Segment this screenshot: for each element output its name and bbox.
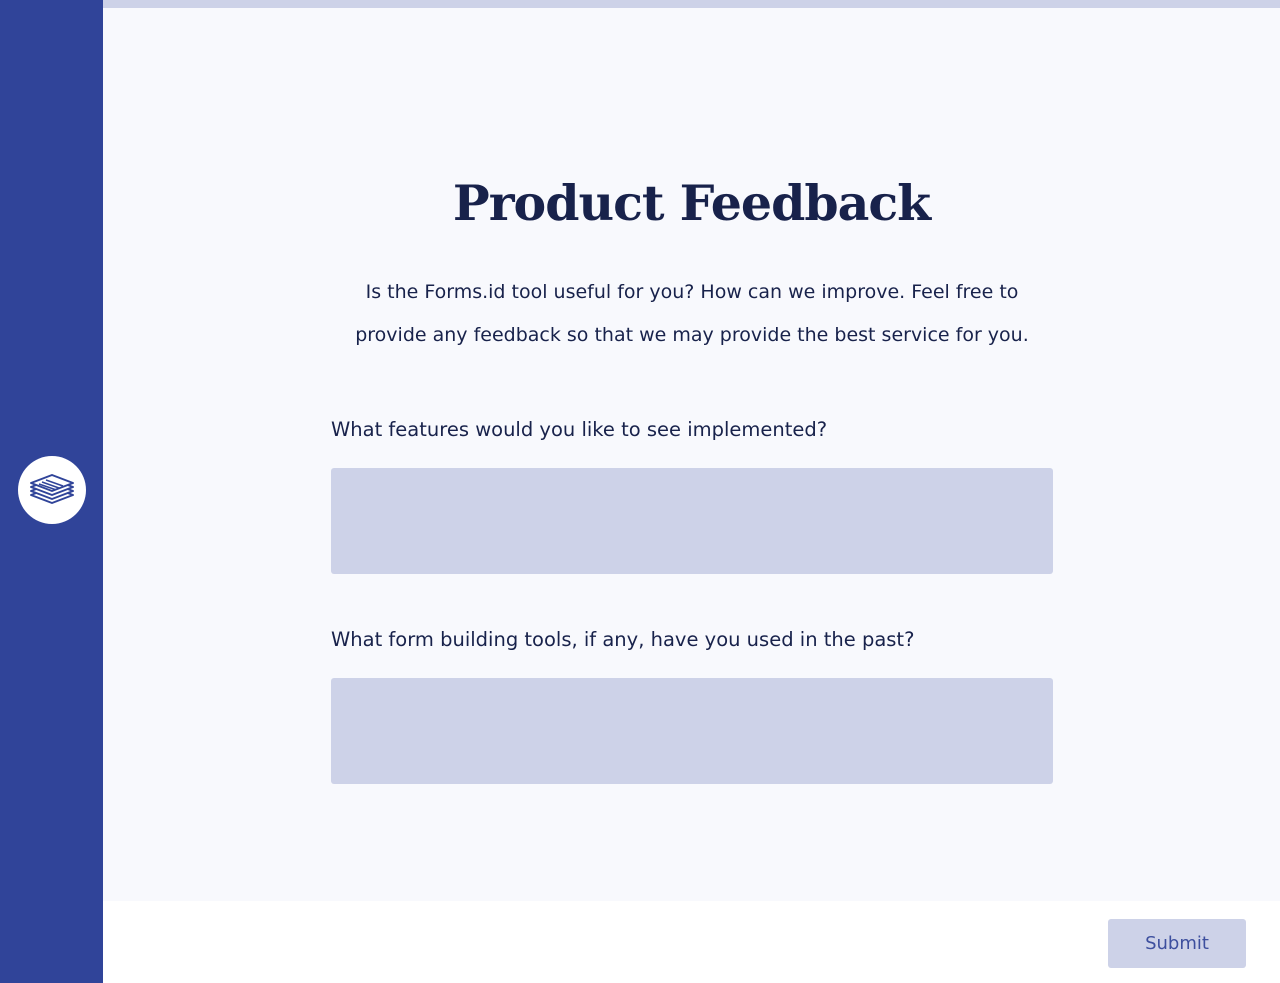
question-2-label: What form building tools, if any, have y… xyxy=(331,628,915,651)
form-title: Product Feedback xyxy=(452,174,931,232)
submit-button[interactable]: Submit xyxy=(1108,919,1246,968)
top-progress-bar xyxy=(103,0,1280,8)
footer: Submit xyxy=(103,901,1280,983)
question-2-answer-field[interactable] xyxy=(331,678,1053,784)
form-content: Product Feedback Is the Forms.id tool us… xyxy=(103,8,1280,901)
stacked-documents-icon xyxy=(30,474,74,504)
logo[interactable] xyxy=(18,456,86,524)
sidebar xyxy=(0,0,103,983)
question-1-label: What features would you like to see impl… xyxy=(331,418,828,441)
form-description: Is the Forms.id tool useful for you? How… xyxy=(355,281,1029,346)
question-1-answer-field[interactable] xyxy=(331,468,1053,574)
